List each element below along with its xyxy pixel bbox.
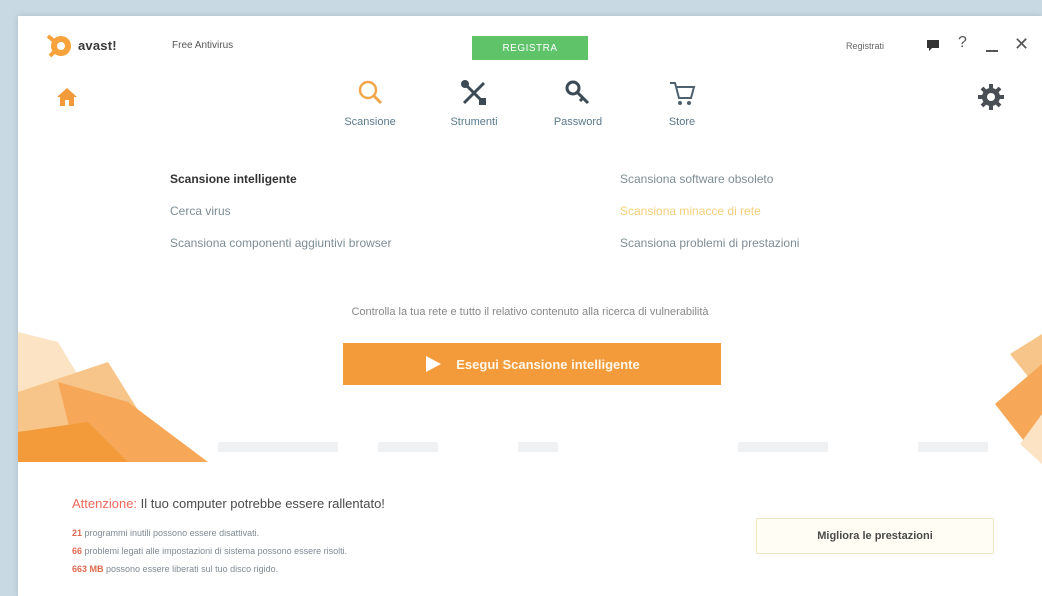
nav-label-scan: Scansione	[344, 116, 396, 128]
option-performance[interactable]: Scansiona problemi di prestazioni	[620, 236, 799, 250]
warning-title: Attenzione: Il tuo computer potrebbe ess…	[72, 496, 385, 511]
stat-number: 21	[72, 528, 83, 538]
scan-description: Controlla la tua rete e tutto il relativ…	[351, 306, 709, 318]
avast-logo-icon	[46, 34, 71, 58]
stat-row: 21 programmi inutili possono essere disa…	[72, 528, 259, 538]
key-icon	[565, 80, 590, 105]
brand-name: avast!	[78, 37, 117, 53]
register-button[interactable]: REGISTRA	[472, 36, 588, 60]
stat-row: 66 problemi legati alle impostazioni di …	[72, 546, 347, 556]
option-browser-addons[interactable]: Scansiona componenti aggiuntivi browser	[170, 236, 391, 250]
app-window: avast! Free Antivirus REGISTRA Registrat…	[18, 16, 1042, 596]
nav-item-tools[interactable]: Strumenti	[422, 74, 526, 144]
run-smart-scan-label: Esegui Scansione intelligente	[456, 356, 640, 372]
nav-label-password: Password	[553, 116, 603, 128]
avast-logo: avast!	[46, 32, 154, 58]
gear-icon[interactable]	[976, 82, 1006, 112]
title-bar: avast! Free Antivirus REGISTRA Registrat…	[18, 16, 1042, 72]
login-link[interactable]: Registrati	[846, 41, 884, 51]
stat-text: programmi inutili possono essere disatti…	[84, 528, 260, 538]
cart-icon	[670, 82, 696, 105]
minimize-icon[interactable]	[986, 50, 998, 52]
stat-number: 663 MB	[72, 564, 104, 574]
stat-text: possono essere liberati sul tuo disco ri…	[106, 564, 279, 574]
nav-label-store: Store	[668, 116, 696, 128]
option-outdated-software[interactable]: Scansiona software obsoleto	[620, 172, 773, 186]
improve-performance-button[interactable]: Migliora le prestazioni	[756, 518, 994, 554]
option-smart-scan[interactable]: Scansione intelligente	[170, 172, 297, 186]
help-icon[interactable]: ?	[958, 34, 967, 52]
main-nav: Scansione Strumenti Password Store	[318, 74, 734, 144]
option-network-threats[interactable]: Scansiona minacce di rete	[620, 204, 761, 218]
decoration-faded-icons	[218, 442, 988, 452]
nav-item-password[interactable]: Password	[526, 74, 630, 144]
decoration-left	[18, 332, 208, 462]
nav-label-tools: Strumenti	[450, 116, 498, 128]
play-icon	[426, 356, 442, 372]
chat-icon[interactable]	[926, 38, 940, 52]
stat-row: 663 MB possono essere liberati sul tuo d…	[72, 564, 278, 574]
nav-item-store[interactable]: Store	[630, 74, 734, 144]
nav-item-scan[interactable]: Scansione	[318, 74, 422, 144]
home-icon[interactable]	[56, 86, 78, 108]
product-name: Free Antivirus	[172, 40, 234, 51]
search-icon	[358, 80, 383, 105]
warning-label: Attenzione:	[72, 496, 138, 511]
option-virus-scan[interactable]: Cerca virus	[170, 204, 231, 218]
tools-icon	[461, 80, 486, 105]
stat-text: problemi legati alle impostazioni di sis…	[84, 546, 348, 556]
stat-number: 66	[72, 546, 83, 556]
warning-text: Il tuo computer potrebbe essere rallenta…	[140, 496, 385, 511]
run-smart-scan-button[interactable]: Esegui Scansione intelligente	[343, 343, 721, 385]
close-icon[interactable]: ✕	[1014, 34, 1029, 55]
